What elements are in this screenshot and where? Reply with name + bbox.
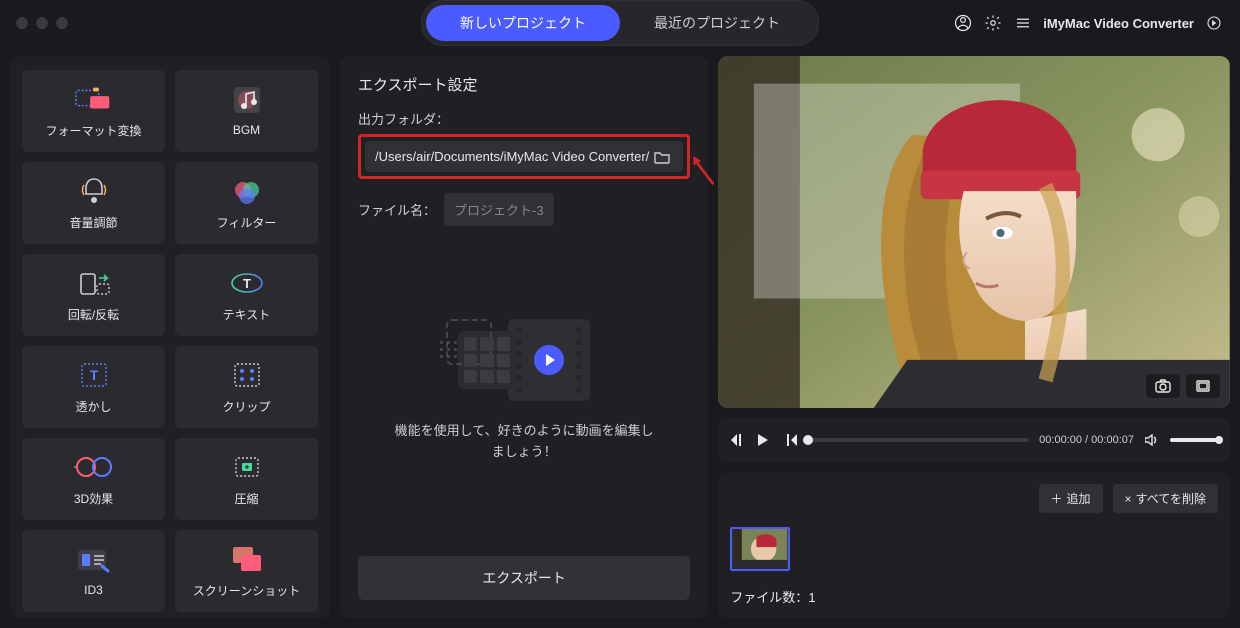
format-convert-icon (74, 84, 114, 114)
tool-label: ID3 (84, 583, 103, 597)
callout-arrow-icon (683, 152, 723, 189)
play-art-icon (508, 319, 590, 401)
close-dot[interactable] (16, 17, 28, 29)
tool-label: BGM (233, 123, 260, 137)
tool-text[interactable]: T テキスト (175, 254, 318, 336)
add-button[interactable]: ＋追加 (1039, 484, 1103, 513)
svg-text:T: T (89, 367, 98, 383)
tool-label: 透かし (75, 398, 111, 415)
grid-art-icon (458, 331, 516, 389)
panel-heading: エクスポート設定 (358, 74, 690, 95)
tool-label: 音量調節 (69, 214, 117, 231)
tool-rotate[interactable]: 回転/反転 (22, 254, 165, 336)
filename-field[interactable]: プロジェクト-3 (444, 193, 554, 226)
output-folder-field[interactable]: /Users/air/Documents/iMyMac Video Conver… (365, 141, 683, 172)
output-folder-value: /Users/air/Documents/iMyMac Video Conver… (375, 149, 649, 164)
project-tabs: 新しいプロジェクト 最近のプロジェクト (421, 0, 819, 46)
tool-compress[interactable]: 圧縮 (175, 438, 318, 520)
tool-label: フィルター (217, 214, 277, 231)
tools-sidebar: フォーマット変換 BGM 音量調節 フィルター (10, 56, 330, 618)
watermark-icon: T (74, 360, 114, 390)
tab-recent-project[interactable]: 最近のプロジェクト (620, 5, 814, 41)
minimize-dot[interactable] (36, 17, 48, 29)
text-icon: T (227, 268, 267, 298)
tool-clip[interactable]: クリップ (175, 346, 318, 428)
delete-all-button[interactable]: ×すべてを削除 (1113, 484, 1218, 513)
volume-icon[interactable] (1144, 432, 1160, 448)
file-queue: ＋追加 ×すべてを削除 ファイル数：1 (718, 472, 1230, 618)
3d-icon (74, 452, 114, 482)
bgm-icon (227, 85, 267, 115)
tool-volume[interactable]: 音量調節 (22, 162, 165, 244)
tool-label: フォーマット変換 (45, 122, 141, 139)
time-display: 00:00:00 / 00:00:07 (1039, 434, 1134, 446)
menu-icon[interactable] (1013, 13, 1033, 33)
settings-icon[interactable] (983, 13, 1003, 33)
filter-icon (227, 176, 267, 206)
tool-label: スクリーンショット (193, 582, 300, 599)
tool-format-convert[interactable]: フォーマット変換 (22, 70, 165, 152)
tool-filter[interactable]: フィルター (175, 162, 318, 244)
fullscreen-button[interactable] (1186, 374, 1220, 398)
tool-label: 3D効果 (74, 490, 113, 507)
account-icon[interactable] (953, 13, 973, 33)
next-button[interactable] (782, 432, 798, 448)
seek-bar[interactable] (808, 438, 1029, 442)
tool-bgm[interactable]: BGM (175, 70, 318, 152)
screenshot-icon (227, 544, 267, 574)
video-preview (718, 56, 1230, 408)
empty-state: 機能を使用して、好きのように動画を編集しましょう！ (358, 226, 690, 556)
titlebar: 新しいプロジェクト 最近のプロジェクト iMyMac Video Convert… (0, 0, 1240, 46)
hint-text: 機能を使用して、好きのように動画を編集しましょう！ (394, 421, 654, 463)
tool-label: テキスト (223, 306, 271, 323)
play-button[interactable] (756, 432, 772, 448)
tool-id3[interactable]: ID3 (22, 530, 165, 612)
tool-label: 圧縮 (234, 490, 258, 507)
volume-icon (74, 176, 114, 206)
open-folder-icon[interactable] (653, 148, 671, 166)
svg-text:T: T (243, 276, 251, 291)
app-title: iMyMac Video Converter (1043, 16, 1194, 31)
file-count: ファイル数：1 (730, 587, 1218, 606)
output-folder-row-highlight: /Users/air/Documents/iMyMac Video Conver… (358, 134, 690, 179)
compress-icon (227, 452, 267, 482)
transport-bar: 00:00:00 / 00:00:07 (718, 418, 1230, 462)
tool-label: クリップ (222, 398, 270, 415)
tab-new-project[interactable]: 新しいプロジェクト (426, 5, 620, 41)
export-settings-panel: エクスポート設定 出力フォルダ： /Users/air/Documents/iM… (340, 56, 708, 618)
rotate-icon (74, 268, 114, 298)
filename-label: ファイル名： (358, 200, 436, 219)
window-controls (16, 17, 68, 29)
tool-watermark[interactable]: T 透かし (22, 346, 165, 428)
prev-button[interactable] (730, 432, 746, 448)
fullscreen-icon[interactable] (1204, 13, 1224, 33)
volume-slider[interactable] (1170, 438, 1218, 442)
tool-screenshot[interactable]: スクリーンショット (175, 530, 318, 612)
id3-icon (74, 545, 114, 575)
zoom-dot[interactable] (56, 17, 68, 29)
queue-thumbnail[interactable] (730, 527, 790, 571)
export-button[interactable]: エクスポート (358, 556, 690, 600)
snapshot-button[interactable] (1146, 374, 1180, 398)
tool-3d[interactable]: 3D効果 (22, 438, 165, 520)
output-folder-label: 出力フォルダ： (358, 109, 690, 128)
clip-icon (227, 360, 267, 390)
tool-label: 回転/反転 (68, 306, 119, 323)
preview-frame (718, 56, 1230, 408)
